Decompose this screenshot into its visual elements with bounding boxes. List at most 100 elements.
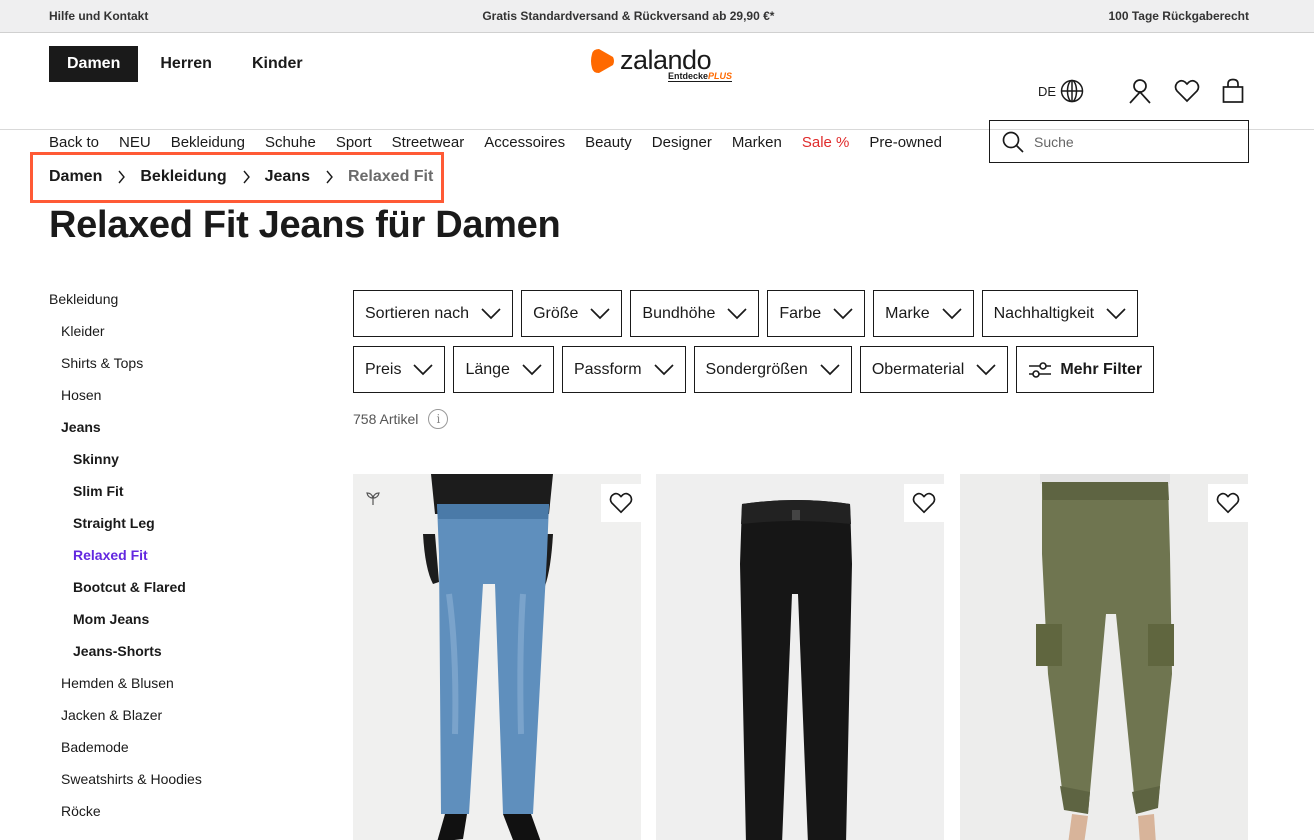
help-link[interactable]: Hilfe und Kontakt <box>49 9 148 23</box>
sidebar-item-hosen[interactable]: Hosen <box>61 385 101 405</box>
sidebar-item-slim-fit[interactable]: Slim Fit <box>73 481 124 501</box>
sidebar-item-relaxed-fit[interactable]: Relaxed Fit <box>73 545 148 565</box>
breadcrumb-bekleidung[interactable]: Bekleidung <box>140 168 226 186</box>
product-card[interactable] <box>353 474 641 840</box>
sidebar-item-shirts-tops[interactable]: Shirts & Tops <box>61 353 143 373</box>
heart-icon <box>912 492 936 514</box>
filter-label: Bundhöhe <box>642 304 716 322</box>
search-box[interactable] <box>989 120 1249 163</box>
chevron-down-icon <box>653 363 674 376</box>
chevron-down-icon <box>590 307 611 320</box>
gender-nav: Damen Herren Kinder <box>49 46 343 82</box>
article-count-text: 758 Artikel <box>353 411 419 427</box>
sidebar-item-skinny[interactable]: Skinny <box>73 449 119 469</box>
wishlist-toggle[interactable] <box>601 484 641 522</box>
category-nav: Back to NEU Bekleidung Schuhe Sport Stre… <box>49 134 962 151</box>
sidebar-item-bademode[interactable]: Bademode <box>61 737 129 757</box>
nav-accessoires[interactable]: Accessoires <box>484 134 565 151</box>
product-image <box>960 474 1248 840</box>
language-switch[interactable]: DE <box>1038 79 1084 103</box>
sidebar-item-roecke[interactable]: Röcke <box>61 801 101 821</box>
gender-tab-damen[interactable]: Damen <box>49 46 139 82</box>
chevron-down-icon <box>833 307 853 320</box>
wishlist-toggle[interactable] <box>1208 484 1248 522</box>
product-card[interactable] <box>960 474 1248 840</box>
nav-neu[interactable]: NEU <box>119 134 151 151</box>
cart-button[interactable] <box>1222 78 1244 104</box>
filter-row: Sortieren nach Größe Bundhöhe Farbe Mark… <box>353 290 1253 337</box>
nav-beauty[interactable]: Beauty <box>585 134 632 151</box>
nav-schuhe[interactable]: Schuhe <box>265 134 316 151</box>
product-card[interactable] <box>656 474 944 840</box>
chevron-down-icon <box>820 363 840 376</box>
returns-info[interactable]: 100 Tage Rückgaberecht <box>1108 9 1249 23</box>
sidebar-item-hemden-blusen[interactable]: Hemden & Blusen <box>61 673 174 693</box>
heart-icon <box>1216 492 1240 514</box>
globe-icon <box>1060 79 1084 103</box>
nav-streetwear[interactable]: Streetwear <box>392 134 465 151</box>
nav-sport[interactable]: Sport <box>336 134 372 151</box>
filter-label: Farbe <box>779 304 822 322</box>
sustainability-leaf-icon <box>365 490 381 511</box>
bag-icon <box>1222 78 1244 103</box>
filter-marke[interactable]: Marke <box>873 290 974 337</box>
filter-sortieren[interactable]: Sortieren nach <box>353 290 514 337</box>
top-info-bar: Hilfe und Kontakt Gratis Standardversand… <box>0 0 1314 33</box>
breadcrumb: Damen Bekleidung Jeans Relaxed Fit <box>49 168 433 186</box>
filter-passform[interactable]: Passform <box>561 346 686 393</box>
sidebar-item-jeans[interactable]: Jeans <box>61 417 101 437</box>
logo-plus-text: PLUS <box>708 71 733 81</box>
sidebar-item-bekleidung[interactable]: Bekleidung <box>49 289 118 309</box>
gender-tab-herren[interactable]: Herren <box>160 55 212 73</box>
wishlist-button[interactable] <box>1174 79 1200 103</box>
nav-sale[interactable]: Sale % <box>802 134 850 151</box>
language-label: DE <box>1037 83 1056 99</box>
nav-designer[interactable]: Designer <box>652 134 712 151</box>
breadcrumb-jeans[interactable]: Jeans <box>265 168 310 186</box>
logo-sub-text: Entdecke <box>668 71 709 81</box>
product-image <box>353 474 641 840</box>
gender-tab-kinder[interactable]: Kinder <box>252 55 303 73</box>
shipping-info[interactable]: Gratis Standardversand & Rückversand ab … <box>482 9 774 23</box>
nav-pre-owned[interactable]: Pre-owned <box>869 134 942 151</box>
chevron-down-icon <box>522 363 542 376</box>
breadcrumb-damen[interactable]: Damen <box>49 168 102 186</box>
filter-preis[interactable]: Preis <box>353 346 446 393</box>
sidebar-item-straight-leg[interactable]: Straight Leg <box>73 513 155 533</box>
info-icon[interactable]: i <box>428 409 449 429</box>
nav-bekleidung[interactable]: Bekleidung <box>171 134 245 151</box>
zalando-logo-icon <box>591 49 614 73</box>
search-input[interactable] <box>1034 133 1234 150</box>
filter-sondergroessen[interactable]: Sondergrößen <box>693 346 852 393</box>
wishlist-toggle[interactable] <box>904 484 944 522</box>
filter-nachhaltigkeit[interactable]: Nachhaltigkeit <box>981 290 1139 337</box>
filter-groesse[interactable]: Größe <box>521 290 623 337</box>
sidebar-item-jacken-blazer[interactable]: Jacken & Blazer <box>61 705 162 725</box>
chevron-down-icon <box>942 307 962 320</box>
heart-icon <box>1174 79 1200 103</box>
header: Damen Herren Kinder zalando EntdeckePLUS… <box>0 33 1314 163</box>
sidebar-item-sweatshirts-hoodies[interactable]: Sweatshirts & Hoodies <box>61 769 202 789</box>
filter-label: Marke <box>885 304 930 322</box>
filter-bundhoehe[interactable]: Bundhöhe <box>630 290 760 337</box>
more-filters-button[interactable]: Mehr Filter <box>1016 346 1155 393</box>
account-button[interactable] <box>1128 78 1152 104</box>
sidebar-item-bootcut-flared[interactable]: Bootcut & Flared <box>73 577 186 597</box>
chevron-down-icon <box>1106 307 1126 320</box>
filter-obermaterial[interactable]: Obermaterial <box>859 346 1009 393</box>
nav-back-to[interactable]: Back to <box>49 134 99 151</box>
sliders-icon <box>1028 360 1052 380</box>
filter-label: Passform <box>573 360 642 378</box>
search-icon <box>1002 131 1024 153</box>
sidebar-item-mom-jeans[interactable]: Mom Jeans <box>73 609 149 629</box>
filter-laenge[interactable]: Länge <box>453 346 554 393</box>
chevron-down-icon <box>976 363 996 376</box>
user-icon <box>1129 79 1151 104</box>
filter-farbe[interactable]: Farbe <box>767 290 866 337</box>
sidebar-item-jeans-shorts[interactable]: Jeans-Shorts <box>73 641 162 661</box>
breadcrumb-relaxed-fit: Relaxed Fit <box>347 168 434 185</box>
filter-label: Obermaterial <box>871 360 965 378</box>
sidebar-item-kleider[interactable]: Kleider <box>61 321 105 341</box>
nav-marken[interactable]: Marken <box>732 134 782 151</box>
filter-bar: Sortieren nach Größe Bundhöhe Farbe Mark… <box>353 290 1253 402</box>
